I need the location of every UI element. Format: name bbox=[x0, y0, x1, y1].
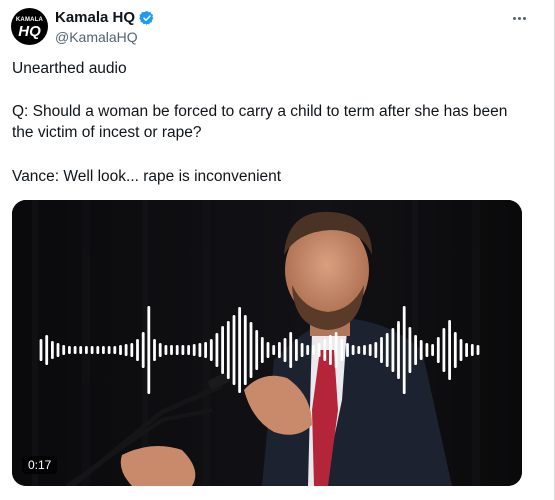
verified-badge-icon bbox=[139, 10, 155, 26]
name-row: Kamala HQ bbox=[55, 9, 155, 26]
tweet-header: KAMALA HQ Kamala HQ @KamalaHQ bbox=[11, 8, 531, 48]
video-player[interactable]: 0:17 bbox=[12, 200, 522, 486]
tweet-text-line1: Unearthed audio bbox=[12, 60, 127, 77]
avatar-text-top: KAMALA bbox=[15, 16, 44, 23]
video-frame bbox=[12, 200, 522, 486]
tweet-text-line2: Q: Should a woman be forced to carry a c… bbox=[12, 103, 508, 141]
avatar-text-bottom: HQ bbox=[18, 22, 41, 40]
author-info: Kamala HQ @KamalaHQ bbox=[55, 9, 155, 45]
tweet-text-line3: Vance: Well look... rape is inconvenient bbox=[12, 168, 282, 185]
tweet-card: KAMALA HQ Kamala HQ @KamalaHQ Unearthed … bbox=[0, 0, 555, 500]
display-name[interactable]: Kamala HQ bbox=[55, 9, 135, 26]
avatar[interactable]: KAMALA HQ bbox=[11, 8, 48, 45]
handle[interactable]: @KamalaHQ bbox=[55, 29, 155, 45]
more-options-icon[interactable] bbox=[507, 8, 531, 28]
video-duration: 0:17 bbox=[22, 456, 58, 474]
